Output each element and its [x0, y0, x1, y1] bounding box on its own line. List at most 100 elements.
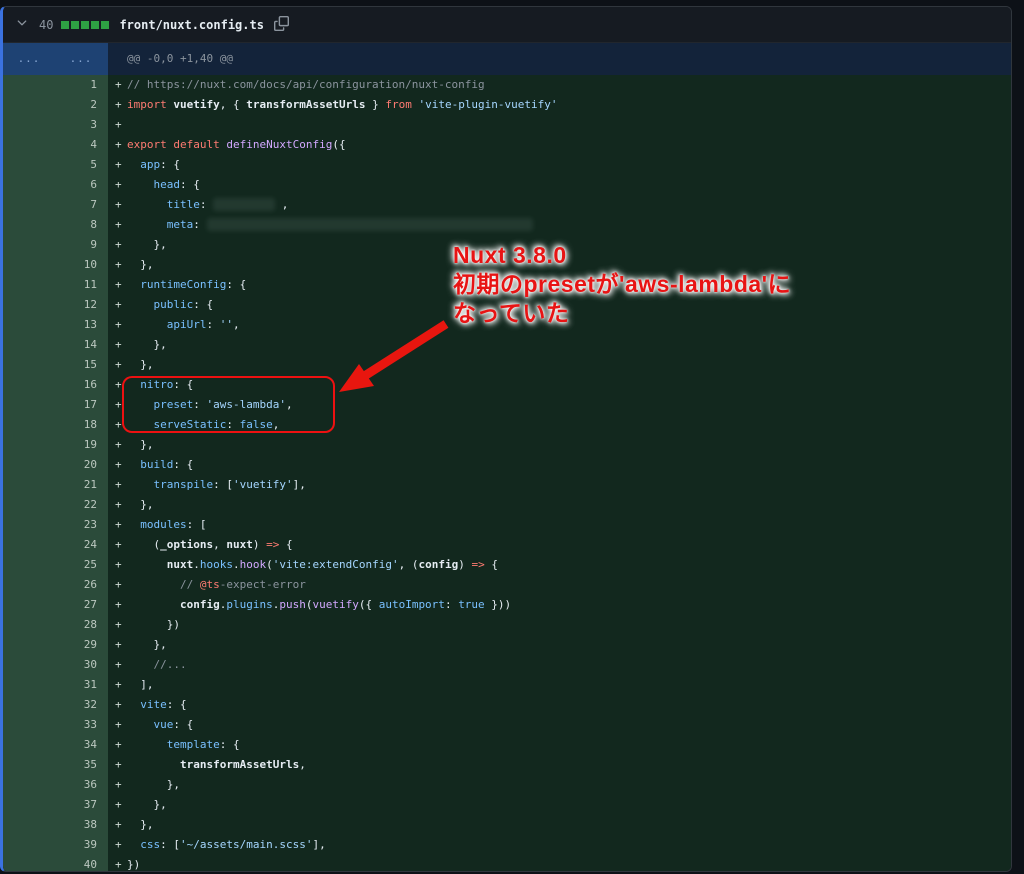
old-line-number[interactable] [3, 155, 55, 175]
old-line-number[interactable] [3, 195, 55, 215]
line-number[interactable]: 11 [55, 275, 108, 295]
line-number[interactable]: 35 [55, 755, 108, 775]
old-line-number[interactable] [3, 395, 55, 415]
old-line-number[interactable] [3, 815, 55, 835]
old-line-number[interactable] [3, 655, 55, 675]
code-content: }, [127, 635, 1011, 655]
old-line-number[interactable] [3, 495, 55, 515]
old-line-number[interactable] [3, 115, 55, 135]
line-number[interactable]: 17 [55, 395, 108, 415]
old-line-number[interactable] [3, 255, 55, 275]
code-content: public: { [127, 295, 1011, 315]
line-number[interactable]: 23 [55, 515, 108, 535]
old-line-number[interactable] [3, 635, 55, 655]
line-number[interactable]: 34 [55, 735, 108, 755]
line-number[interactable]: 36 [55, 775, 108, 795]
line-number[interactable]: 25 [55, 555, 108, 575]
line-number[interactable]: 13 [55, 315, 108, 335]
code-content: nuxt.hooks.hook('vite:extendConfig', (co… [127, 555, 1011, 575]
diff-marker: + [108, 775, 127, 795]
old-line-number[interactable] [3, 795, 55, 815]
line-number[interactable]: 29 [55, 635, 108, 655]
diff-line: 24+ (_options, nuxt) => { [3, 535, 1011, 555]
old-line-number[interactable] [3, 835, 55, 855]
old-line-number[interactable] [3, 415, 55, 435]
line-number[interactable]: 24 [55, 535, 108, 555]
old-line-number[interactable] [3, 855, 55, 872]
old-line-number[interactable] [3, 535, 55, 555]
line-number[interactable]: 33 [55, 715, 108, 735]
line-number[interactable]: 6 [55, 175, 108, 195]
old-line-number[interactable] [3, 615, 55, 635]
line-number[interactable]: 26 [55, 575, 108, 595]
line-number[interactable]: 39 [55, 835, 108, 855]
code-content: transpile: ['vuetify'], [127, 475, 1011, 495]
old-line-number[interactable] [3, 215, 55, 235]
line-number[interactable]: 18 [55, 415, 108, 435]
old-line-number[interactable] [3, 275, 55, 295]
line-number[interactable]: 38 [55, 815, 108, 835]
line-number[interactable]: 12 [55, 295, 108, 315]
line-number[interactable]: 30 [55, 655, 108, 675]
diff-line: 6+ head: { [3, 175, 1011, 195]
code-content: runtimeConfig: { [127, 275, 1011, 295]
line-number[interactable]: 4 [55, 135, 108, 155]
old-line-number[interactable] [3, 715, 55, 735]
line-number[interactable]: 28 [55, 615, 108, 635]
line-number[interactable]: 1 [55, 75, 108, 95]
line-number[interactable]: 10 [55, 255, 108, 275]
line-number[interactable]: 7 [55, 195, 108, 215]
old-line-number[interactable] [3, 235, 55, 255]
old-line-number[interactable] [3, 755, 55, 775]
file-name-link[interactable]: front/nuxt.config.ts [119, 18, 264, 32]
old-line-number[interactable] [3, 695, 55, 715]
old-line-number[interactable] [3, 295, 55, 315]
old-line-number[interactable] [3, 675, 55, 695]
old-line-number[interactable] [3, 375, 55, 395]
old-line-number[interactable] [3, 475, 55, 495]
old-line-number[interactable] [3, 355, 55, 375]
old-line-number[interactable] [3, 575, 55, 595]
diff-line: 40+}) [3, 855, 1011, 872]
old-line-number[interactable] [3, 315, 55, 335]
old-line-number[interactable] [3, 555, 55, 575]
old-line-number[interactable] [3, 175, 55, 195]
line-number[interactable]: 2 [55, 95, 108, 115]
diff-marker: + [108, 535, 127, 555]
line-number[interactable]: 9 [55, 235, 108, 255]
diff-marker: + [108, 215, 127, 235]
line-number[interactable]: 32 [55, 695, 108, 715]
line-number[interactable]: 8 [55, 215, 108, 235]
line-number[interactable]: 20 [55, 455, 108, 475]
hunk-range-text: @@ -0,0 +1,40 @@ [108, 43, 1011, 75]
old-line-number[interactable] [3, 95, 55, 115]
old-line-number[interactable] [3, 595, 55, 615]
old-line-number[interactable] [3, 135, 55, 155]
old-line-number[interactable] [3, 735, 55, 755]
diff-line: 3+ [3, 115, 1011, 135]
line-number[interactable]: 15 [55, 355, 108, 375]
collapse-file-button[interactable] [13, 16, 31, 34]
code-content: vite: { [127, 695, 1011, 715]
code-content [127, 115, 1011, 135]
old-line-number[interactable] [3, 455, 55, 475]
line-number[interactable]: 21 [55, 475, 108, 495]
line-number[interactable]: 37 [55, 795, 108, 815]
line-number[interactable]: 40 [55, 855, 108, 872]
old-line-number[interactable] [3, 335, 55, 355]
line-number[interactable]: 22 [55, 495, 108, 515]
line-number[interactable]: 14 [55, 335, 108, 355]
old-line-number[interactable] [3, 515, 55, 535]
copy-path-button[interactable] [274, 16, 289, 34]
old-line-number[interactable] [3, 75, 55, 95]
line-number[interactable]: 27 [55, 595, 108, 615]
diff-marker: + [108, 515, 127, 535]
line-number[interactable]: 19 [55, 435, 108, 455]
line-number[interactable]: 5 [55, 155, 108, 175]
line-number[interactable]: 3 [55, 115, 108, 135]
line-number[interactable]: 16 [55, 375, 108, 395]
line-number[interactable]: 31 [55, 675, 108, 695]
diff-marker: + [108, 475, 127, 495]
old-line-number[interactable] [3, 775, 55, 795]
old-line-number[interactable] [3, 435, 55, 455]
